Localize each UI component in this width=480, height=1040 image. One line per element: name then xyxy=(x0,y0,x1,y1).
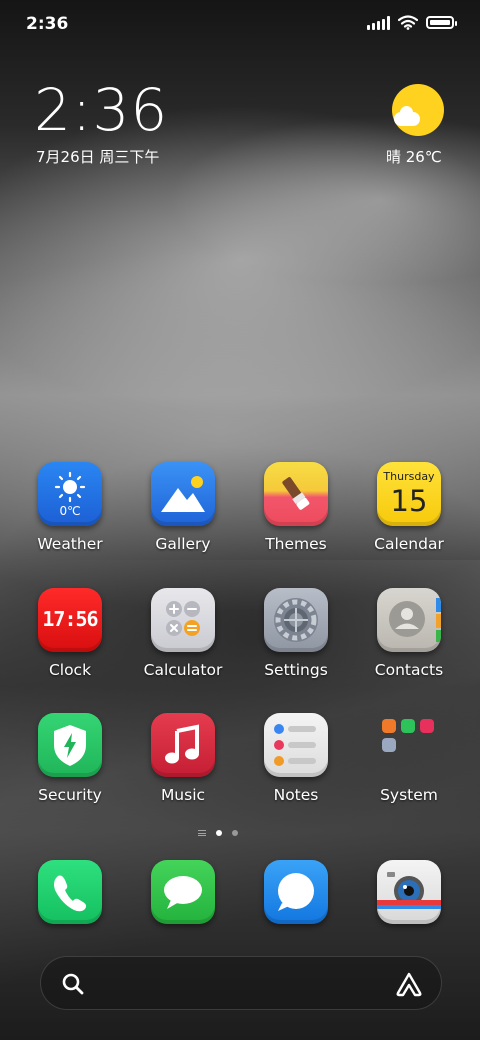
gallery-app-icon xyxy=(151,462,215,526)
music-app-label: Music xyxy=(160,786,206,804)
app-settings[interactable]: Settings xyxy=(248,588,344,679)
contacts-app-label: Contacts xyxy=(374,661,444,679)
app-gallery[interactable]: Gallery xyxy=(135,462,231,553)
page-dot-active xyxy=(216,830,222,836)
weather-app-icon: 0℃ xyxy=(38,462,102,526)
settings-gear-icon xyxy=(264,588,328,652)
calendar-app-label: Calendar xyxy=(374,535,444,553)
app-system-folder[interactable]: System xyxy=(361,713,457,804)
clock-widget-date[interactable]: 7月26日 周三下午 xyxy=(36,146,159,167)
clock-app-display: 17:56 xyxy=(42,607,98,631)
app-themes[interactable]: Themes xyxy=(248,462,344,553)
weather-app-label: Weather xyxy=(37,535,103,553)
weather-cloud-icon xyxy=(394,106,420,126)
music-note-icon xyxy=(151,713,215,777)
security-shield-icon xyxy=(38,713,102,777)
clock-app-label: Clock xyxy=(48,661,92,679)
page-list-icon xyxy=(198,830,206,836)
battery-icon xyxy=(426,16,457,29)
gallery-app-label: Gallery xyxy=(155,535,211,553)
messages-icon xyxy=(151,860,215,924)
page-indicator[interactable] xyxy=(198,830,238,836)
contacts-app-icon xyxy=(377,588,441,652)
browser-icon xyxy=(264,860,328,924)
security-app-label: Security xyxy=(38,786,102,804)
app-calculator[interactable]: Calculator xyxy=(135,588,231,679)
app-clock[interactable]: 17:56 Clock xyxy=(22,588,118,679)
status-bar: 2:36 xyxy=(0,0,480,50)
dock-messages[interactable] xyxy=(135,860,231,924)
camera-icon xyxy=(377,860,441,924)
clock-app-icon: 17:56 xyxy=(38,588,102,652)
calendar-app-icon: Thursday 15 xyxy=(377,462,441,526)
notes-app-icon xyxy=(264,713,328,777)
clock-widget-time[interactable]: 2:36 xyxy=(34,76,168,144)
assistant-icon[interactable] xyxy=(395,971,423,997)
calendar-day-name: Thursday xyxy=(383,470,435,483)
themes-app-label: Themes xyxy=(265,535,327,553)
status-time: 2:36 xyxy=(26,14,69,34)
app-music[interactable]: Music xyxy=(135,713,231,804)
search-icon[interactable] xyxy=(61,972,85,996)
weather-app-temp: 0℃ xyxy=(59,504,81,518)
phone-icon xyxy=(38,860,102,924)
system-folder-label: System xyxy=(380,786,438,804)
wifi-icon xyxy=(398,15,418,30)
calculator-app-icon xyxy=(151,588,215,652)
notes-app-label: Notes xyxy=(273,786,319,804)
dock-camera[interactable] xyxy=(361,860,457,924)
search-bar[interactable] xyxy=(40,956,442,1010)
calendar-day-number: 15 xyxy=(390,484,428,518)
app-weather[interactable]: 0℃ Weather xyxy=(22,462,118,553)
themes-app-icon xyxy=(264,462,328,526)
cellular-signal-icon xyxy=(367,15,390,30)
weather-widget-text[interactable]: 晴 26℃ xyxy=(386,146,442,167)
app-calendar[interactable]: Thursday 15 Calendar xyxy=(361,462,457,553)
app-notes[interactable]: Notes xyxy=(248,713,344,804)
app-security[interactable]: Security xyxy=(22,713,118,804)
settings-app-label: Settings xyxy=(264,661,328,679)
page-dot xyxy=(232,830,238,836)
app-contacts[interactable]: Contacts xyxy=(361,588,457,679)
system-folder-icon xyxy=(377,713,441,777)
dock-phone[interactable] xyxy=(22,860,118,924)
dock-browser[interactable] xyxy=(248,860,344,924)
calculator-app-label: Calculator xyxy=(143,661,223,679)
